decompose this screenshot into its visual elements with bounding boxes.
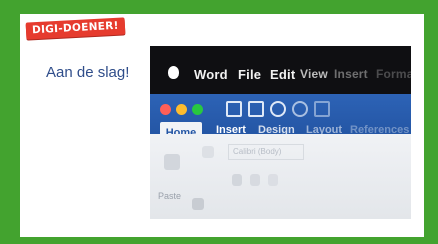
paste-label: Paste (158, 191, 182, 201)
close-dot-icon (160, 104, 171, 115)
word-screenshot-image: Word File Edit View Insert Format Home I… (150, 46, 411, 219)
zoom-dot-icon (192, 104, 203, 115)
page-title: Aan de slag! (46, 64, 130, 81)
format-painter-icon (192, 198, 204, 210)
italic-icon (250, 174, 260, 186)
undo-icon (270, 101, 286, 117)
cut-icon (202, 146, 214, 158)
menu-format: Format (376, 67, 411, 81)
save-icon (248, 101, 264, 117)
menu-view: View (300, 67, 328, 81)
print-icon (314, 101, 330, 117)
menu-word: Word (194, 67, 228, 82)
apple-icon (168, 66, 179, 79)
minimize-dot-icon (176, 104, 187, 115)
clipboard-icon (164, 154, 180, 170)
underline-icon (268, 174, 278, 186)
menu-insert: Insert (334, 67, 368, 81)
font-name-box: Calibri (Body) (228, 144, 304, 160)
menu-edit: Edit (270, 67, 296, 82)
redo-icon (292, 101, 308, 117)
sidebar-icon (226, 101, 242, 117)
mac-menu-bar: Word File Edit View Insert Format (150, 46, 411, 94)
menu-file: File (238, 67, 262, 82)
bold-icon (232, 174, 242, 186)
